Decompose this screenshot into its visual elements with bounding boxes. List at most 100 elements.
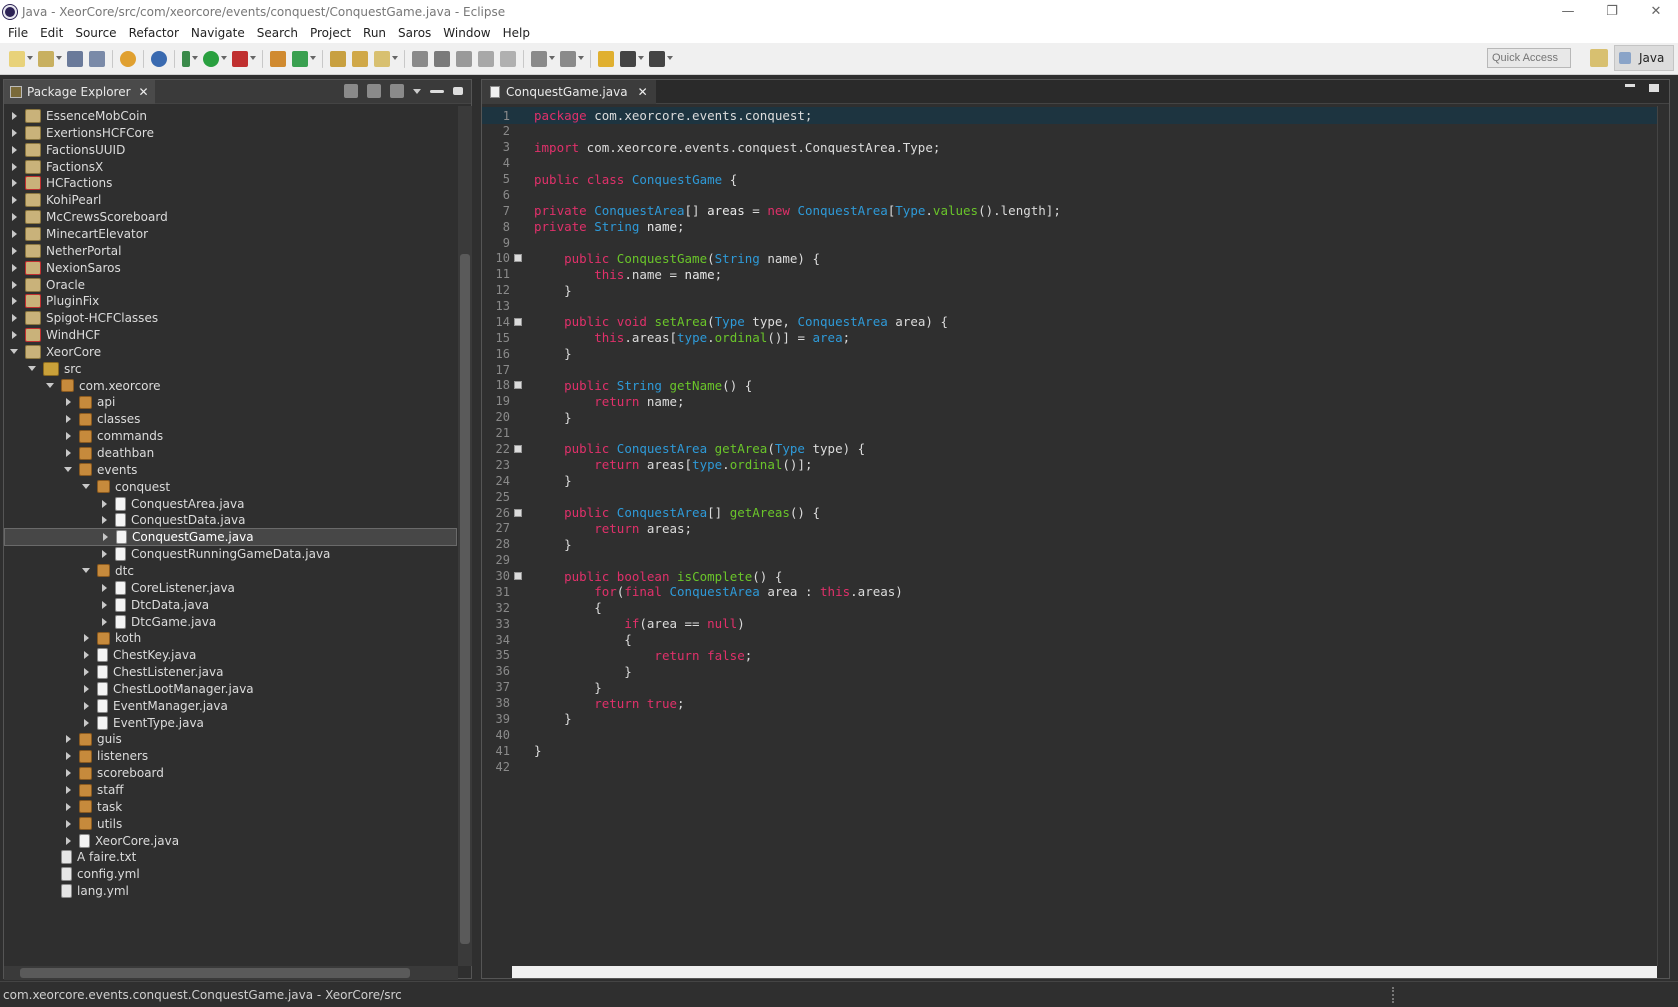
forward-dropdown-icon[interactable] bbox=[667, 55, 673, 62]
collapsed-arrow-icon[interactable] bbox=[81, 650, 91, 660]
collapsed-arrow-icon[interactable] bbox=[63, 397, 73, 407]
tree-item[interactable]: koth bbox=[4, 629, 457, 647]
close-icon[interactable]: ✕ bbox=[139, 85, 149, 99]
collapsed-arrow-icon[interactable] bbox=[99, 499, 109, 509]
search-icon[interactable] bbox=[374, 50, 390, 67]
java-perspective-button[interactable]: Java bbox=[1614, 45, 1674, 71]
expanded-arrow-icon[interactable] bbox=[9, 347, 19, 357]
restore-button[interactable]: ❐ bbox=[1590, 0, 1634, 23]
new-class-icon[interactable] bbox=[292, 50, 308, 67]
tree-item[interactable]: CoreListener.java bbox=[4, 579, 457, 597]
code-line[interactable]: 42 bbox=[482, 758, 1657, 775]
collapsed-arrow-icon[interactable] bbox=[9, 128, 19, 138]
tree-item[interactable]: XeorCore bbox=[4, 343, 457, 361]
tree-item[interactable]: ConquestArea.java bbox=[4, 495, 457, 513]
tree-item[interactable]: src bbox=[4, 360, 457, 378]
tree-item[interactable]: lang.yml bbox=[4, 882, 457, 900]
last-edit-location-icon[interactable] bbox=[598, 50, 614, 67]
code-line[interactable]: 33 if(area == null) bbox=[482, 615, 1657, 632]
save-all-icon[interactable] bbox=[89, 50, 105, 67]
tree-item[interactable]: ConquestRunningGameData.java bbox=[4, 545, 457, 563]
maximize-editor-icon[interactable] bbox=[1649, 84, 1659, 92]
collapsed-arrow-icon[interactable] bbox=[81, 718, 91, 728]
code-line[interactable]: 20 } bbox=[482, 409, 1657, 426]
expanded-arrow-icon[interactable] bbox=[63, 465, 73, 475]
collapsed-arrow-icon[interactable] bbox=[63, 431, 73, 441]
code-line[interactable]: 13 bbox=[482, 298, 1657, 315]
code-line[interactable]: 25 bbox=[482, 488, 1657, 505]
collapsed-arrow-icon[interactable] bbox=[9, 195, 19, 205]
collapsed-arrow-icon[interactable] bbox=[63, 802, 73, 812]
tree-item[interactable]: EventType.java bbox=[4, 714, 457, 732]
code-line[interactable]: 39 } bbox=[482, 710, 1657, 727]
code-line[interactable]: 41} bbox=[482, 742, 1657, 759]
tree-item[interactable]: A faire.txt bbox=[4, 848, 457, 866]
code-line[interactable]: 9 bbox=[482, 234, 1657, 251]
code-line[interactable]: 34 { bbox=[482, 631, 1657, 648]
link-with-editor-icon[interactable] bbox=[367, 84, 381, 98]
open-icon[interactable] bbox=[38, 50, 54, 67]
tree-item[interactable]: XeorCore.java bbox=[4, 832, 457, 850]
debug-dropdown-icon[interactable] bbox=[192, 55, 198, 62]
tree-item[interactable]: McCrewsScoreboard bbox=[4, 208, 457, 226]
scrollbar-thumb[interactable] bbox=[460, 254, 470, 944]
tree-item[interactable]: NexionSaros bbox=[4, 259, 457, 277]
code-line[interactable]: 27 return areas; bbox=[482, 520, 1657, 537]
skip-breakpoints-icon[interactable] bbox=[151, 50, 167, 67]
collapsed-arrow-icon[interactable] bbox=[99, 583, 109, 593]
expanded-arrow-icon[interactable] bbox=[81, 566, 91, 576]
code-line[interactable]: 19 return name; bbox=[482, 393, 1657, 410]
code-line[interactable]: 12 } bbox=[482, 282, 1657, 299]
view-menu-icon[interactable] bbox=[413, 88, 421, 94]
collapsed-arrow-icon[interactable] bbox=[81, 667, 91, 677]
focus-task-icon[interactable] bbox=[390, 84, 404, 98]
code-line[interactable]: 36 } bbox=[482, 663, 1657, 680]
expanded-arrow-icon[interactable] bbox=[27, 364, 37, 374]
collapsed-arrow-icon[interactable] bbox=[81, 701, 91, 711]
collapsed-arrow-icon[interactable] bbox=[63, 819, 73, 829]
fold-toggle-icon[interactable] bbox=[514, 381, 522, 390]
tree-item[interactable]: ChestKey.java bbox=[4, 646, 457, 664]
code-line[interactable]: 6 bbox=[482, 186, 1657, 203]
new-icon[interactable] bbox=[9, 50, 25, 67]
code-line[interactable]: 5 public class ConquestGame { bbox=[482, 171, 1657, 188]
package-tree-vertical-scrollbar[interactable] bbox=[458, 106, 472, 966]
collapsed-arrow-icon[interactable] bbox=[9, 263, 19, 273]
code-line[interactable]: 32 { bbox=[482, 599, 1657, 616]
maximize-view-icon[interactable] bbox=[453, 87, 463, 95]
collapsed-arrow-icon[interactable] bbox=[9, 162, 19, 172]
code-line[interactable]: 24 } bbox=[482, 472, 1657, 489]
collapsed-arrow-icon[interactable] bbox=[9, 313, 19, 323]
menu-source[interactable]: Source bbox=[69, 26, 122, 40]
code-line[interactable]: 4 bbox=[482, 155, 1657, 172]
code-line[interactable]: 38 return true; bbox=[482, 695, 1657, 712]
collapsed-arrow-icon[interactable] bbox=[9, 296, 19, 306]
tree-item[interactable]: classes bbox=[4, 410, 457, 428]
tree-item[interactable]: staff bbox=[4, 781, 457, 799]
minimize-button[interactable]: — bbox=[1546, 0, 1590, 23]
menu-file[interactable]: File bbox=[2, 26, 34, 40]
code-line[interactable]: 16 } bbox=[482, 345, 1657, 362]
next-annotation-dropdown-icon[interactable] bbox=[549, 55, 555, 62]
new-dropdown-icon[interactable] bbox=[27, 55, 33, 62]
color-wheel-icon[interactable] bbox=[120, 50, 136, 67]
debug-icon[interactable] bbox=[182, 50, 190, 67]
tree-item[interactable]: dtc bbox=[4, 562, 457, 580]
tree-item[interactable]: commands bbox=[4, 427, 457, 445]
collapsed-arrow-icon[interactable] bbox=[63, 448, 73, 458]
menu-navigate[interactable]: Navigate bbox=[185, 26, 251, 40]
menu-help[interactable]: Help bbox=[497, 26, 536, 40]
tree-item[interactable]: ChestLootManager.java bbox=[4, 680, 457, 698]
collapsed-arrow-icon[interactable] bbox=[9, 212, 19, 222]
code-line[interactable]: 11 this.name = name; bbox=[482, 266, 1657, 283]
tree-item[interactable]: guis bbox=[4, 730, 457, 748]
close-window-button[interactable]: ✕ bbox=[1634, 0, 1678, 23]
save-icon[interactable] bbox=[67, 50, 83, 67]
tree-item[interactable]: DtcData.java bbox=[4, 596, 457, 614]
fold-toggle-icon[interactable] bbox=[514, 254, 522, 263]
code-line[interactable]: 15 this.areas[type.ordinal()] = area; bbox=[482, 329, 1657, 346]
collapsed-arrow-icon[interactable] bbox=[63, 751, 73, 761]
expanded-arrow-icon[interactable] bbox=[45, 381, 55, 391]
code-line[interactable]: 14 public void setArea(Type type, Conque… bbox=[482, 313, 1657, 330]
tree-item[interactable]: ChestListener.java bbox=[4, 663, 457, 681]
